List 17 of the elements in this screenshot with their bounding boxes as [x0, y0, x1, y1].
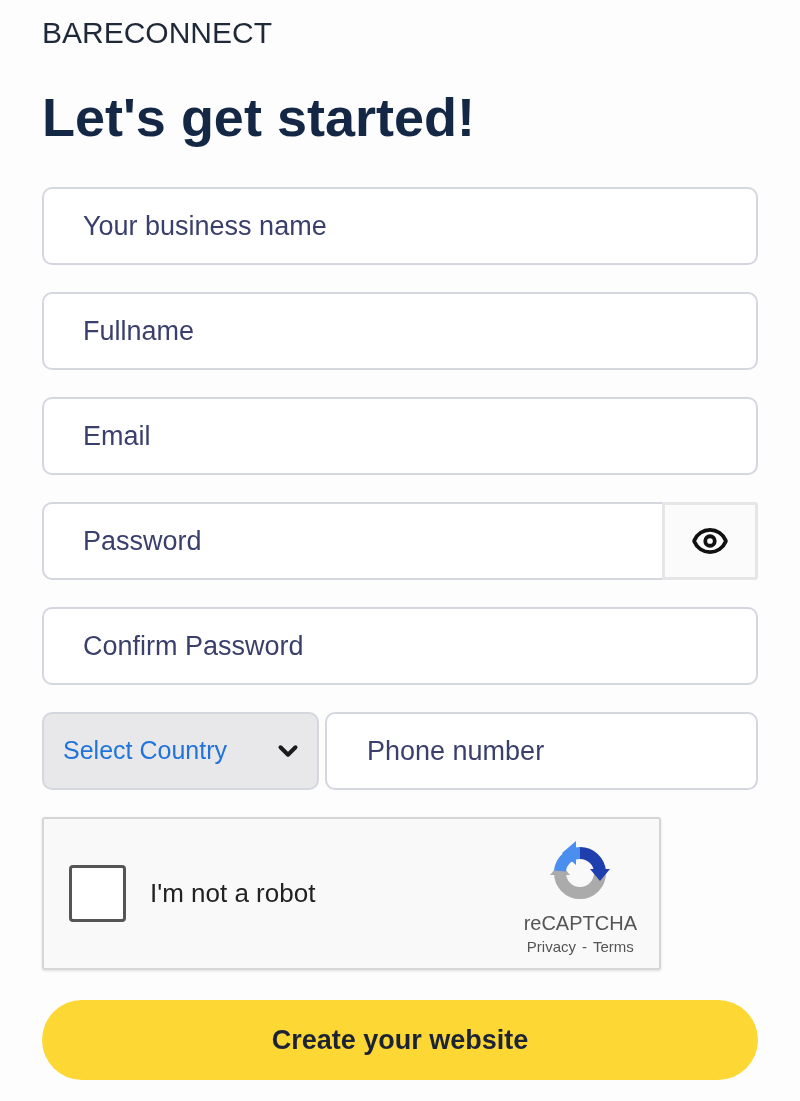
show-password-button[interactable] [662, 502, 758, 580]
text-input[interactable]: Email [42, 397, 758, 475]
terms-link[interactable]: Terms [593, 936, 634, 957]
phone-input[interactable]: Phone number [325, 712, 758, 790]
privacy-link[interactable]: Privacy [526, 936, 576, 957]
text-input[interactable]: Your business name [42, 187, 758, 265]
create-website-button[interactable]: Create your website [42, 1000, 758, 1080]
password-input[interactable]: Password [42, 502, 662, 580]
captcha-checkbox[interactable] [69, 865, 126, 922]
brand-logo: BARECONNECT [42, 17, 273, 49]
captcha-brand: reCAPTCHA [523, 910, 637, 935]
text-input[interactable]: Fullname [42, 292, 758, 370]
page-heading: Let's get started! [42, 86, 475, 149]
country-select[interactable]: Select Country [42, 712, 319, 790]
captcha-label: I'm not a robot [150, 877, 316, 910]
separator-text: - [582, 936, 587, 957]
text-input[interactable]: Confirm Password [42, 607, 758, 685]
